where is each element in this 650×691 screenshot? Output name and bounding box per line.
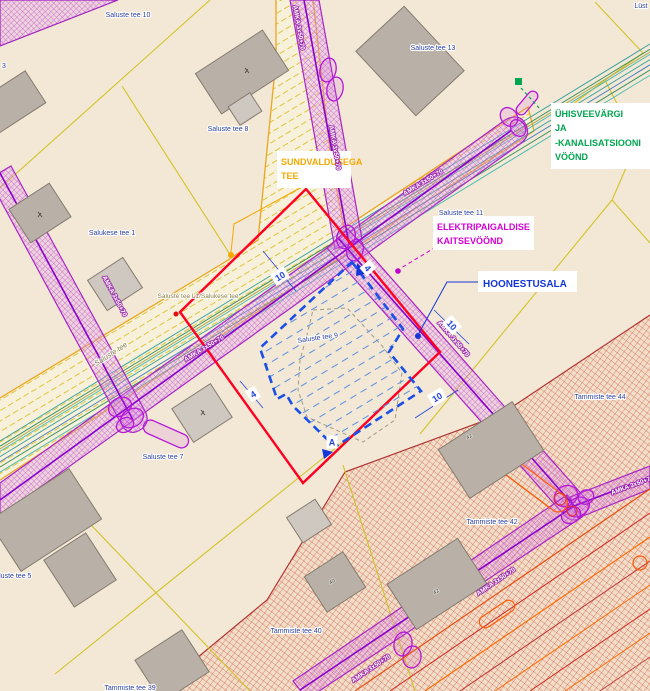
callout-label: HOONESTUSALA [483, 279, 567, 290]
map-label: 3 [2, 63, 6, 70]
map-label: Saluste tee 5 [0, 573, 32, 580]
callout-label: ELEKTRIPAIGALDISE [437, 222, 530, 232]
callout-label: VÖÖND [555, 152, 589, 162]
map-label: Saluste tee 8 [208, 126, 249, 133]
map-label: Lüst [634, 3, 647, 10]
map-label: Saluste tee 13 [411, 45, 456, 52]
callout-label: JA [555, 123, 567, 133]
map-label: Saluste tee 7 [143, 454, 184, 461]
callout-label: ÜHISVEEVÄRGI [555, 109, 623, 119]
map-label: Saluste tee 11 [439, 210, 483, 217]
map-label: Salukese tee 1 [89, 230, 135, 237]
map-label: Saluste tee L1/Salukese tee [158, 293, 239, 300]
leader-dot [395, 268, 401, 274]
callout-label: -KANALISATSIOONI [555, 138, 641, 148]
map-label: Tammiste tee 44 [574, 394, 625, 401]
callout-label: KAITSEVÖÖND [437, 236, 504, 246]
detail-plan-map: SUNDVALDUSEGA TEE ELEKTRIPAIGALDISE KAIT… [0, 0, 650, 691]
leader-dot [228, 252, 234, 258]
water-marker-square [515, 78, 522, 85]
callout-label: SUNDVALDUSEGA [281, 157, 363, 167]
dimension-label: A [327, 436, 338, 449]
map-label: Tammiste tee 42 [466, 519, 517, 526]
map-label: Saluste tee 10 [106, 12, 151, 19]
map-label: Tammiste tee 39 [104, 685, 155, 691]
map-label: Tammiste tee 40 [270, 628, 321, 635]
dimension-value: A [329, 438, 336, 448]
survey-point-red [174, 312, 179, 317]
map-canvas: SUNDVALDUSEGA TEE ELEKTRIPAIGALDISE KAIT… [0, 0, 650, 691]
leader-dot [415, 333, 421, 339]
callout-label: TEE [281, 171, 299, 181]
